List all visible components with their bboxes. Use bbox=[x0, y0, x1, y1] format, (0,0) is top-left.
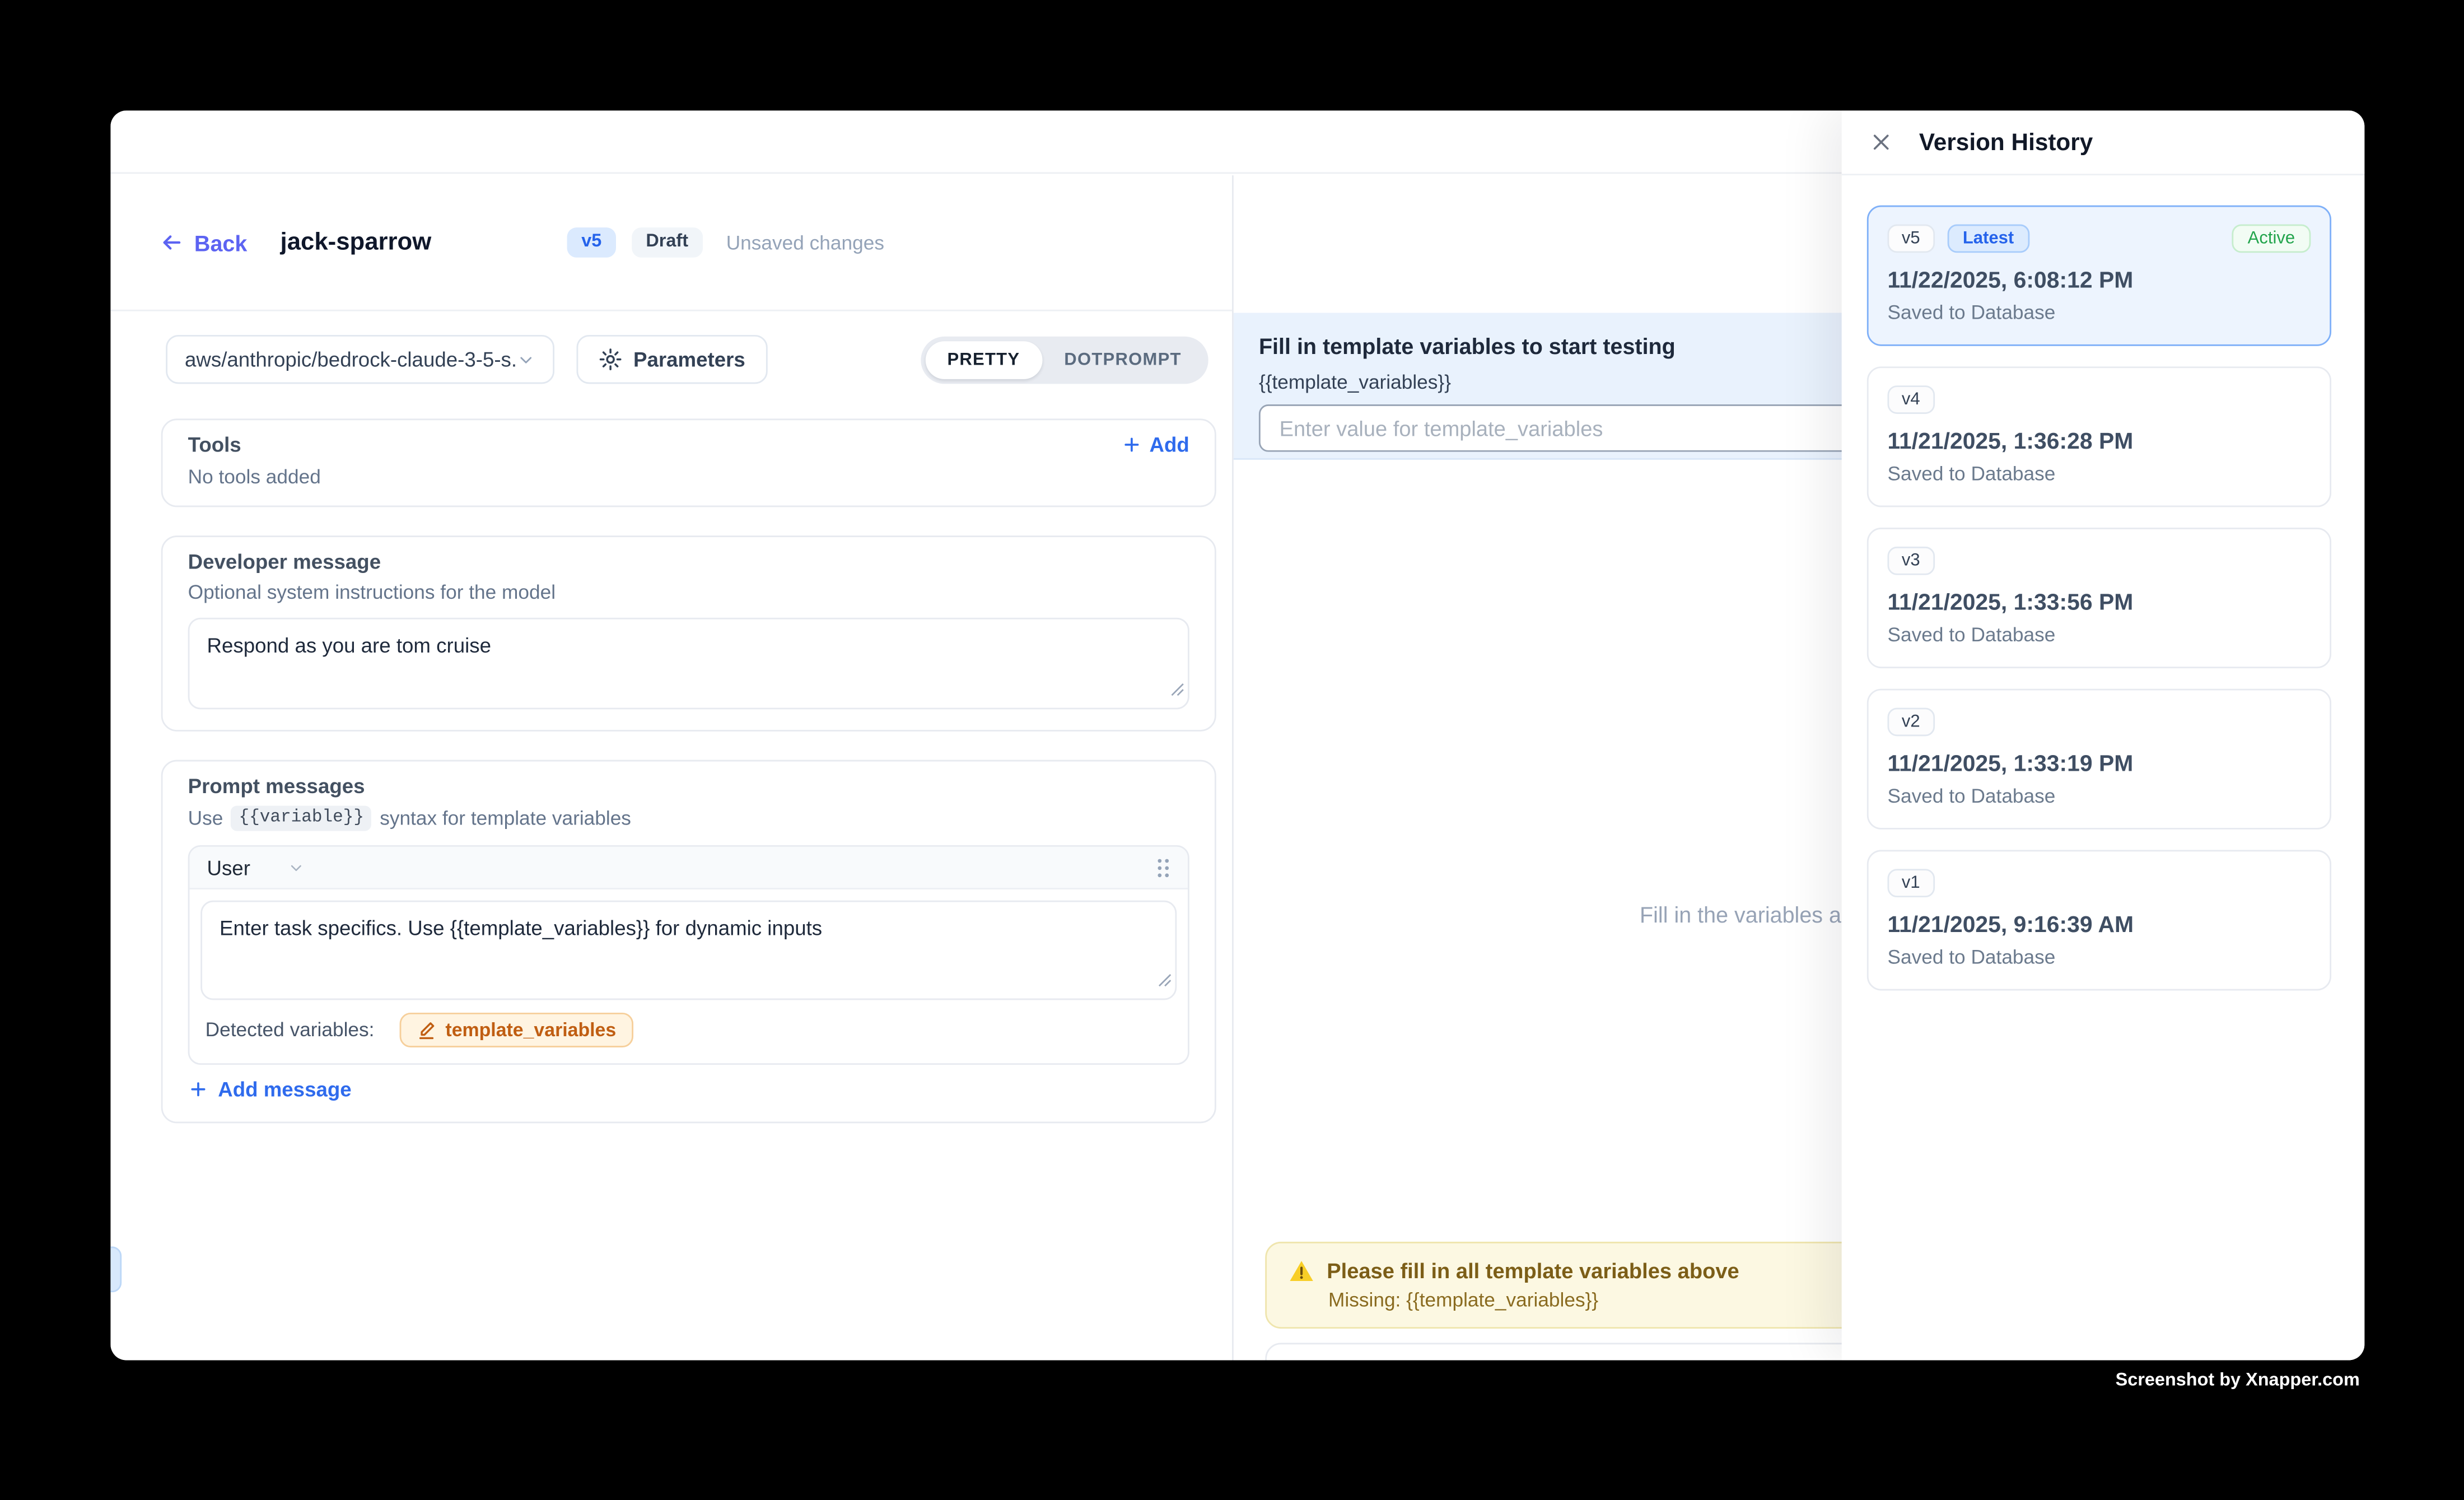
version-card[interactable]: v3 11/21/2025, 1:33:56 PM Saved to Datab… bbox=[1867, 528, 2331, 668]
screenshot-stage: Back jack-sparrow v5 Draft Unsaved chang… bbox=[0, 0, 2464, 1500]
tools-title: Tools bbox=[188, 433, 241, 456]
document-header: Back jack-sparrow v5 Draft Unsaved chang… bbox=[110, 175, 1240, 311]
pencil-icon bbox=[417, 1021, 436, 1040]
version-status: Saved to Database bbox=[1887, 624, 2311, 646]
editor-cards: Tools Add No tools added Devel bbox=[161, 418, 1216, 1123]
version-card[interactable]: v5 Latest Active 11/22/2025, 6:08:12 PM … bbox=[1867, 206, 2331, 346]
chevron-down-icon bbox=[516, 350, 535, 369]
tools-empty-text: No tools added bbox=[188, 466, 1189, 488]
message-input[interactable]: Enter task specifics. Use {{template_var… bbox=[200, 901, 1177, 1000]
parameters-button[interactable]: Parameters bbox=[576, 335, 767, 384]
add-message-button[interactable]: Add message bbox=[188, 1078, 1189, 1101]
parameters-label: Parameters bbox=[633, 348, 745, 371]
version-history-title: Version History bbox=[1919, 129, 2093, 156]
version-number-badge: v4 bbox=[1887, 385, 1934, 414]
plus-icon bbox=[1121, 435, 1142, 455]
back-label: Back bbox=[194, 230, 247, 255]
latest-badge: Latest bbox=[1947, 225, 2030, 253]
version-timestamp: 11/21/2025, 1:33:56 PM bbox=[1887, 591, 2311, 616]
developer-message-card: Developer message Optional system instru… bbox=[161, 535, 1216, 732]
developer-message-subtitle: Optional system instructions for the mod… bbox=[188, 581, 1189, 603]
version-status: Saved to Database bbox=[1887, 302, 2311, 324]
model-select[interactable]: aws/anthropic/bedrock-claude-3-5-s... bbox=[166, 335, 554, 384]
message-header: User bbox=[189, 847, 1188, 889]
version-number-badge: v1 bbox=[1887, 869, 1934, 897]
variable-syntax-chip: {{variable}} bbox=[231, 805, 372, 831]
developer-message-input[interactable]: Respond as you are tom cruise bbox=[188, 618, 1189, 710]
version-timestamp: 11/21/2025, 1:36:28 PM bbox=[1887, 430, 2311, 455]
version-card[interactable]: v4 11/21/2025, 1:36:28 PM Saved to Datab… bbox=[1867, 366, 2331, 507]
version-status: Saved to Database bbox=[1887, 463, 2311, 485]
warning-title: Please fill in all template variables ab… bbox=[1327, 1259, 1739, 1283]
prompt-subtitle-suffix: syntax for template variables bbox=[380, 807, 631, 829]
version-timestamp: 11/21/2025, 9:16:39 AM bbox=[1887, 913, 2311, 938]
version-number-badge: v5 bbox=[1887, 225, 1934, 253]
arrow-left-icon bbox=[160, 231, 183, 254]
page-title: jack-sparrow bbox=[281, 229, 432, 257]
toolbar: aws/anthropic/bedrock-claude-3-5-s... bbox=[110, 335, 1240, 384]
gear-icon bbox=[599, 348, 622, 371]
editor-pane: Back jack-sparrow v5 Draft Unsaved chang… bbox=[110, 175, 1240, 1360]
version-list: v5 Latest Active 11/22/2025, 6:08:12 PM … bbox=[1842, 175, 2365, 990]
plus-icon bbox=[188, 1079, 209, 1100]
unsaved-changes-text: Unsaved changes bbox=[726, 231, 884, 253]
back-button[interactable]: Back bbox=[160, 230, 247, 255]
chevron-down-icon bbox=[288, 859, 306, 876]
version-number-badge: v2 bbox=[1887, 708, 1934, 737]
watermark: Screenshot by Xnapper.com bbox=[2116, 1371, 2360, 1390]
app-window: Back jack-sparrow v5 Draft Unsaved chang… bbox=[110, 110, 2364, 1360]
version-card[interactable]: v1 11/21/2025, 9:16:39 AM Saved to Datab… bbox=[1867, 850, 2331, 990]
version-status: Saved to Database bbox=[1887, 785, 2311, 807]
drag-handle-icon[interactable] bbox=[1155, 855, 1172, 879]
version-history-panel: Version History v5 Latest Active 11/22/2… bbox=[1842, 110, 2365, 1360]
template-variable-chip-label: template_variables bbox=[445, 1019, 616, 1041]
add-tool-button[interactable]: Add bbox=[1121, 433, 1189, 456]
toggle-dotprompt[interactable]: DOTPROMPT bbox=[1042, 341, 1203, 379]
developer-message-title: Developer message bbox=[188, 550, 1189, 574]
format-toggle: PRETTY DOTPROMPT bbox=[921, 336, 1208, 383]
active-badge: Active bbox=[2232, 225, 2311, 253]
role-select-value: User bbox=[207, 855, 250, 879]
template-variable-chip[interactable]: template_variables bbox=[400, 1013, 634, 1047]
role-select[interactable]: User bbox=[206, 855, 306, 879]
prompt-messages-title: Prompt messages bbox=[188, 774, 1189, 798]
tools-card: Tools Add No tools added bbox=[161, 418, 1216, 507]
add-tool-label: Add bbox=[1150, 433, 1189, 456]
version-timestamp: 11/22/2025, 6:08:12 PM bbox=[1887, 268, 2311, 294]
version-card[interactable]: v2 11/21/2025, 1:33:19 PM Saved to Datab… bbox=[1867, 689, 2331, 830]
close-icon[interactable] bbox=[1865, 127, 1897, 158]
version-number-badge: v3 bbox=[1887, 547, 1934, 575]
warning-triangle-icon bbox=[1289, 1259, 1314, 1283]
version-timestamp: 11/21/2025, 1:33:19 PM bbox=[1887, 752, 2311, 777]
version-history-header: Version History bbox=[1842, 110, 2365, 175]
model-select-value: aws/anthropic/bedrock-claude-3-5-s... bbox=[185, 348, 516, 371]
draft-badge: Draft bbox=[632, 227, 702, 258]
detected-variables-label: Detected variables: bbox=[206, 1019, 375, 1041]
version-status: Saved to Database bbox=[1887, 946, 2311, 968]
prompt-subtitle-prefix: Use bbox=[188, 807, 223, 829]
edge-indicator bbox=[110, 1246, 122, 1292]
message-block: User bbox=[188, 845, 1189, 1065]
prompt-messages-card: Prompt messages Use {{variable}} syntax … bbox=[161, 760, 1216, 1124]
add-message-label: Add message bbox=[218, 1078, 351, 1101]
toggle-pretty[interactable]: PRETTY bbox=[925, 341, 1042, 379]
version-badge: v5 bbox=[567, 227, 616, 258]
